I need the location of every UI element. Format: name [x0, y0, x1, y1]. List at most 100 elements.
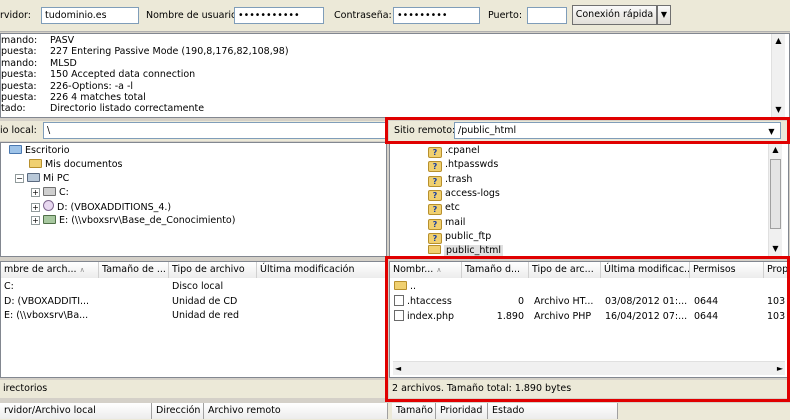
quickconnect-history-dropdown[interactable]: ▼ — [657, 5, 671, 25]
collapse-icon[interactable]: − — [15, 174, 24, 183]
sort-icon: ∧ — [436, 266, 442, 274]
local-tree: Escritorio Mis documentos − Mi PC + C: + D:… — [0, 142, 387, 257]
remote-tree-item[interactable]: ? .htpasswds — [428, 158, 498, 173]
local-file-row[interactable]: C: Disco local — [1, 280, 386, 294]
tree-item-desktop[interactable]: Escritorio — [9, 144, 70, 158]
remote-site-label: Sitio remoto: — [394, 125, 456, 136]
log-line: puesta: 227 Entering Passive Mode (190,8,… — [1, 46, 289, 57]
remote-tree-item[interactable]: ? access-logs — [428, 187, 500, 201]
scroll-right-icon[interactable]: ► — [777, 362, 783, 375]
server-input[interactable]: tudominio.es — [41, 7, 139, 24]
local-site-bar: io local: \ — [0, 121, 388, 141]
queue-col-status[interactable]: Estado — [488, 403, 618, 419]
remote-path-input[interactable]: /public_html ▼ — [454, 122, 781, 139]
remote-tree-item[interactable]: public_html — [428, 244, 503, 258]
hard-drive-icon — [43, 187, 56, 196]
chevron-down-icon[interactable]: ▼ — [765, 125, 778, 138]
tree-item-drive-d[interactable]: + D: (VBOXADDITIONS_4.) — [31, 200, 171, 214]
local-path-input[interactable]: \ — [43, 122, 386, 139]
local-site-label: io local: — [0, 125, 37, 136]
tree-item-drive-c[interactable]: + C: — [31, 186, 69, 200]
remote-tree-item[interactable]: ? mail — [428, 216, 465, 230]
log-type: mando: — [1, 35, 38, 46]
log-line: mando: MLSD — [1, 58, 77, 69]
tree-item-label: public_ftp — [445, 230, 492, 242]
log-line: puesta: 150 Accepted data connection — [1, 69, 195, 80]
remote-hscrollbar[interactable]: ◄ ► — [393, 361, 785, 375]
quickconnect-button[interactable]: Conexión rápida — [572, 5, 657, 25]
expand-icon[interactable]: + — [31, 188, 40, 197]
cell-permissions — [694, 280, 754, 294]
scroll-up-icon[interactable]: ▲ — [769, 143, 782, 157]
remote-tree-item[interactable]: ? .cpanel — [428, 144, 480, 158]
cell-type: Disco local — [172, 281, 224, 292]
scroll-down-icon[interactable]: ▼ — [772, 103, 785, 117]
cell-name: .. — [394, 280, 462, 294]
local-file-row[interactable]: E: (\\vboxsrv\Ba... Unidad de red — [1, 309, 386, 323]
remote-col-permissions[interactable]: Permisos — [690, 262, 764, 278]
message-log: mando: PASV puesta: 227 Entering Passive Mo… — [0, 33, 790, 118]
expand-icon[interactable]: + — [31, 216, 40, 225]
log-scrollbar[interactable]: ▲ ▼ — [771, 34, 785, 117]
log-type: tado: — [1, 103, 26, 115]
tree-item-label: access-logs — [445, 187, 500, 199]
local-col-modified[interactable]: Última modificación — [257, 262, 387, 278]
local-col-name[interactable]: mbre de arch... ∧ — [1, 262, 99, 278]
local-status: irectorios — [0, 380, 387, 398]
tree-item-label: E: (\\vboxsrv\Base_de_Conocimiento) — [59, 215, 236, 226]
tree-item-label: .trash — [445, 173, 473, 185]
quickconnect-bar: rvidor: tudominio.es Nombre de usuario: … — [0, 0, 790, 32]
remote-site-bar: Sitio remoto: /public_html ▼ — [389, 121, 789, 141]
remote-file-list: Nombr... ∧ Tamaño d... Tipo de arc... Úl… — [389, 261, 789, 378]
remote-file-row[interactable]: .. — [390, 280, 788, 294]
queue-col-direction[interactable]: Dirección — [152, 403, 204, 419]
remote-col-size[interactable]: Tamaño d... — [462, 262, 529, 278]
remote-col-modified[interactable]: Última modificac... — [601, 262, 690, 278]
queue-col-server-file[interactable]: rvidor/Archivo local — [0, 403, 152, 419]
tree-item-drive-e[interactable]: + E: (\\vboxsrv\Base_de_Conocimiento) — [31, 214, 235, 228]
password-input[interactable]: ••••••••• — [393, 7, 480, 24]
port-input[interactable] — [527, 7, 567, 24]
remote-col-name[interactable]: Nombr... ∧ — [390, 262, 462, 278]
remote-file-row[interactable]: index.php 1.890 Archivo PHP 16/04/2012 07:.… — [390, 310, 788, 324]
remote-tree-item[interactable]: ? .trash — [428, 173, 472, 187]
cell-type: Archivo PHP — [534, 311, 592, 322]
cell-modified — [605, 280, 689, 294]
remote-tree-item[interactable]: ? etc — [428, 201, 460, 216]
chevron-down-icon: ▼ — [660, 10, 668, 19]
remote-file-row[interactable]: .htaccess 0 Archivo HT... 03/08/2012 01:...… — [390, 295, 788, 309]
local-file-row[interactable]: D: (VBOXADDITI... Unidad de CD — [1, 295, 386, 309]
tree-item-label: .cpanel — [445, 145, 480, 156]
queue-col-remote-file[interactable]: Archivo remoto — [204, 403, 388, 419]
tree-item-my-computer[interactable]: − Mi PC — [15, 172, 69, 186]
local-file-list: mbre de arch... ∧ Tamaño de ... Tipo de … — [0, 261, 387, 378]
log-line: mando: PASV — [1, 35, 74, 46]
remote-col-type[interactable]: Tipo de arc... — [529, 262, 601, 278]
unknown-folder-icon: ? — [428, 189, 442, 201]
scroll-left-icon[interactable]: ◄ — [395, 362, 401, 375]
scroll-up-icon[interactable]: ▲ — [772, 34, 785, 48]
log-text: 226-Options: -a -l — [50, 80, 134, 92]
username-input[interactable]: ••••••••••• — [234, 7, 324, 24]
tree-item-label: public_html — [444, 245, 503, 257]
tree-item-label: Mi PC — [43, 173, 70, 184]
tree-item-my-documents[interactable]: Mis documentos — [29, 158, 123, 172]
remote-tree-item[interactable]: ? public_ftp — [428, 230, 491, 244]
cell-name: E: (\\vboxsrv\Ba... — [4, 310, 89, 321]
desktop-icon — [9, 145, 22, 154]
scroll-thumb[interactable] — [770, 159, 781, 229]
scroll-down-icon[interactable]: ▼ — [769, 242, 782, 256]
queue-col-size[interactable]: Tamaño — [392, 403, 436, 419]
file-icon — [394, 295, 404, 306]
local-col-type[interactable]: Tipo de archivo — [169, 262, 257, 278]
cell-name: C: — [4, 281, 14, 292]
file-icon — [394, 310, 404, 321]
queue-col-priority[interactable]: Prioridad — [436, 403, 488, 419]
network-drive-icon — [43, 215, 56, 224]
cell-owner: 103 — [767, 311, 786, 322]
tree-item-label: Mis documentos — [45, 159, 123, 170]
remote-tree-scrollbar[interactable]: ▲ ▼ — [768, 143, 782, 256]
expand-icon[interactable]: + — [31, 203, 40, 212]
remote-col-owner[interactable]: Prop — [764, 262, 788, 278]
local-col-size[interactable]: Tamaño de ... — [99, 262, 169, 278]
